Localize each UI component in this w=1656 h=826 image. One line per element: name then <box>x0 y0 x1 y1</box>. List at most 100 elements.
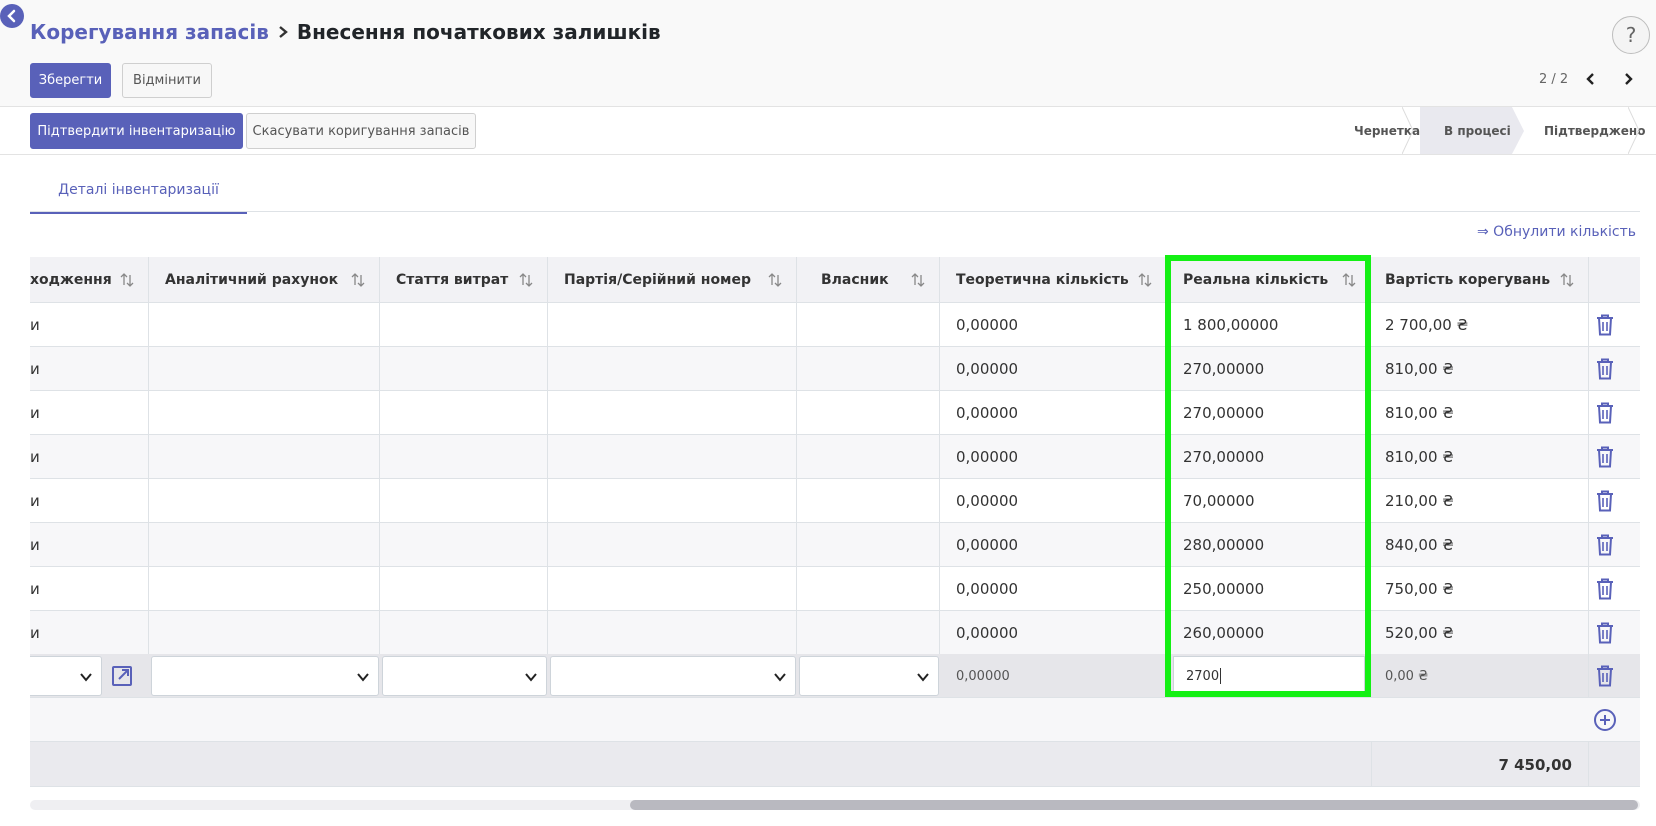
location-cell[interactable]: и <box>30 479 149 523</box>
lot-serial-cell[interactable] <box>548 435 797 479</box>
cost-cell[interactable]: 520,00 ₴ <box>1371 611 1589 655</box>
owner-cell[interactable] <box>797 567 940 611</box>
delete-line-button[interactable] <box>1593 621 1617 645</box>
add-line-button[interactable] <box>1593 708 1617 732</box>
column-header-real-qty[interactable]: Реальна кількість <box>1167 257 1371 303</box>
analytic-account-cell[interactable] <box>149 567 380 611</box>
table-row[interactable]: и 0,00000 270,00000 810,00 ₴ <box>30 347 1640 391</box>
discard-button[interactable]: Відмінити <box>122 63 212 98</box>
location-cell[interactable]: и <box>30 523 149 567</box>
location-cell[interactable]: и <box>30 303 149 347</box>
table-row[interactable]: и 0,00000 280,00000 840,00 ₴ <box>30 523 1640 567</box>
external-link-icon[interactable] <box>110 664 134 688</box>
delete-line-button[interactable] <box>1593 664 1617 688</box>
expense-cell[interactable] <box>380 435 548 479</box>
cost-cell[interactable]: 810,00 ₴ <box>1371 391 1589 435</box>
table-row[interactable]: и 0,00000 250,00000 750,00 ₴ <box>30 567 1640 611</box>
owner-cell[interactable] <box>797 303 940 347</box>
column-header-analytic-account[interactable]: Аналітичний рахунок <box>149 257 380 303</box>
owner-cell[interactable] <box>797 479 940 523</box>
help-button[interactable]: ? <box>1612 16 1650 54</box>
delete-line-button[interactable] <box>1593 577 1617 601</box>
column-header-expense[interactable]: Стаття витрат <box>380 257 548 303</box>
owner-cell[interactable] <box>797 523 940 567</box>
expense-cell[interactable] <box>380 303 548 347</box>
expense-cell[interactable] <box>380 523 548 567</box>
lot-serial-cell[interactable] <box>548 347 797 391</box>
real-qty-cell[interactable]: 280,00000 <box>1167 523 1371 567</box>
theoretical-qty-cell[interactable]: 0,00000 <box>940 611 1167 655</box>
real-qty-cell[interactable]: 70,00000 <box>1167 479 1371 523</box>
lot-serial-cell[interactable] <box>548 567 797 611</box>
lot-serial-cell[interactable] <box>548 303 797 347</box>
pager-next-button[interactable] <box>1619 70 1637 88</box>
breadcrumb-parent-link[interactable]: Корегування запасів <box>30 20 269 44</box>
theoretical-qty-cell[interactable]: 0,00000 <box>940 435 1167 479</box>
table-row[interactable]: и 0,00000 270,00000 810,00 ₴ <box>30 435 1640 479</box>
cost-cell[interactable]: 2 700,00 ₴ <box>1371 303 1589 347</box>
analytic-account-cell[interactable] <box>149 611 380 655</box>
expense-cell[interactable] <box>380 479 548 523</box>
tab-inventory-details[interactable]: Деталі інвентаризації <box>30 168 247 214</box>
lot-serial-cell[interactable] <box>548 523 797 567</box>
column-header-lot-serial[interactable]: Партія/Серійний номер <box>548 257 797 303</box>
owner-select[interactable] <box>799 656 939 696</box>
real-qty-cell[interactable]: 1 800,00000 <box>1167 303 1371 347</box>
location-cell[interactable]: и <box>30 567 149 611</box>
theoretical-qty-cell[interactable]: 0,00000 <box>940 391 1167 435</box>
theoretical-qty-cell[interactable]: 0,00000 <box>940 347 1167 391</box>
delete-line-button[interactable] <box>1593 313 1617 337</box>
real-qty-cell[interactable]: 250,00000 <box>1167 567 1371 611</box>
cost-cell[interactable]: 810,00 ₴ <box>1371 347 1589 391</box>
analytic-account-cell[interactable] <box>149 523 380 567</box>
expense-cell[interactable] <box>380 611 548 655</box>
delete-line-button[interactable] <box>1593 401 1617 425</box>
column-header-owner[interactable]: Власник <box>797 257 940 303</box>
theoretical-qty-cell[interactable]: 0,00000 <box>940 567 1167 611</box>
real-qty-input[interactable]: 2700 <box>1173 656 1365 696</box>
lot-serial-cell[interactable] <box>548 391 797 435</box>
lot-serial-cell[interactable] <box>548 479 797 523</box>
table-row[interactable]: и 0,00000 270,00000 810,00 ₴ <box>30 391 1640 435</box>
theoretical-qty-cell[interactable]: 0,00000 <box>940 479 1167 523</box>
column-header-theoretical-qty[interactable]: Теоретична кількість <box>940 257 1167 303</box>
scrollbar-thumb[interactable] <box>630 800 1638 810</box>
reset-quantity-link[interactable]: ⇒ Обнулити кількість <box>1477 224 1636 240</box>
owner-cell[interactable] <box>797 435 940 479</box>
location-select[interactable] <box>30 656 102 696</box>
lot-serial-select[interactable] <box>550 656 796 696</box>
back-icon[interactable] <box>0 4 24 28</box>
cost-cell[interactable]: 210,00 ₴ <box>1371 479 1589 523</box>
location-cell[interactable]: и <box>30 435 149 479</box>
cost-cell[interactable]: 810,00 ₴ <box>1371 435 1589 479</box>
real-qty-cell[interactable]: 270,00000 <box>1167 435 1371 479</box>
table-row[interactable]: и 0,00000 1 800,00000 2 700,00 ₴ <box>30 303 1640 347</box>
delete-line-button[interactable] <box>1593 445 1617 469</box>
real-qty-cell[interactable]: 260,00000 <box>1167 611 1371 655</box>
owner-cell[interactable] <box>797 611 940 655</box>
expense-cell[interactable] <box>380 391 548 435</box>
expense-select[interactable] <box>382 656 547 696</box>
expense-cell[interactable] <box>380 347 548 391</box>
location-cell[interactable]: и <box>30 611 149 655</box>
owner-cell[interactable] <box>797 391 940 435</box>
owner-cell[interactable] <box>797 347 940 391</box>
pager-previous-button[interactable] <box>1582 70 1600 88</box>
cost-cell[interactable]: 750,00 ₴ <box>1371 567 1589 611</box>
analytic-account-cell[interactable] <box>149 435 380 479</box>
analytic-account-cell[interactable] <box>149 391 380 435</box>
delete-line-button[interactable] <box>1593 533 1617 557</box>
cost-cell[interactable]: 840,00 ₴ <box>1371 523 1589 567</box>
real-qty-cell[interactable]: 270,00000 <box>1167 391 1371 435</box>
analytic-account-cell[interactable] <box>149 479 380 523</box>
analytic-account-select[interactable] <box>151 656 379 696</box>
confirm-inventory-button[interactable]: Підтвердити інвентаризацію <box>30 113 243 149</box>
theoretical-qty-cell[interactable]: 0,00000 <box>940 523 1167 567</box>
column-header-cost[interactable]: Вартість корегувань <box>1371 257 1589 303</box>
location-cell[interactable]: и <box>30 391 149 435</box>
real-qty-cell[interactable]: 270,00000 <box>1167 347 1371 391</box>
delete-line-button[interactable] <box>1593 489 1617 513</box>
analytic-account-cell[interactable] <box>149 303 380 347</box>
save-button[interactable]: Зберегти <box>30 63 111 98</box>
stage-in-progress[interactable]: В процесі <box>1420 107 1524 154</box>
